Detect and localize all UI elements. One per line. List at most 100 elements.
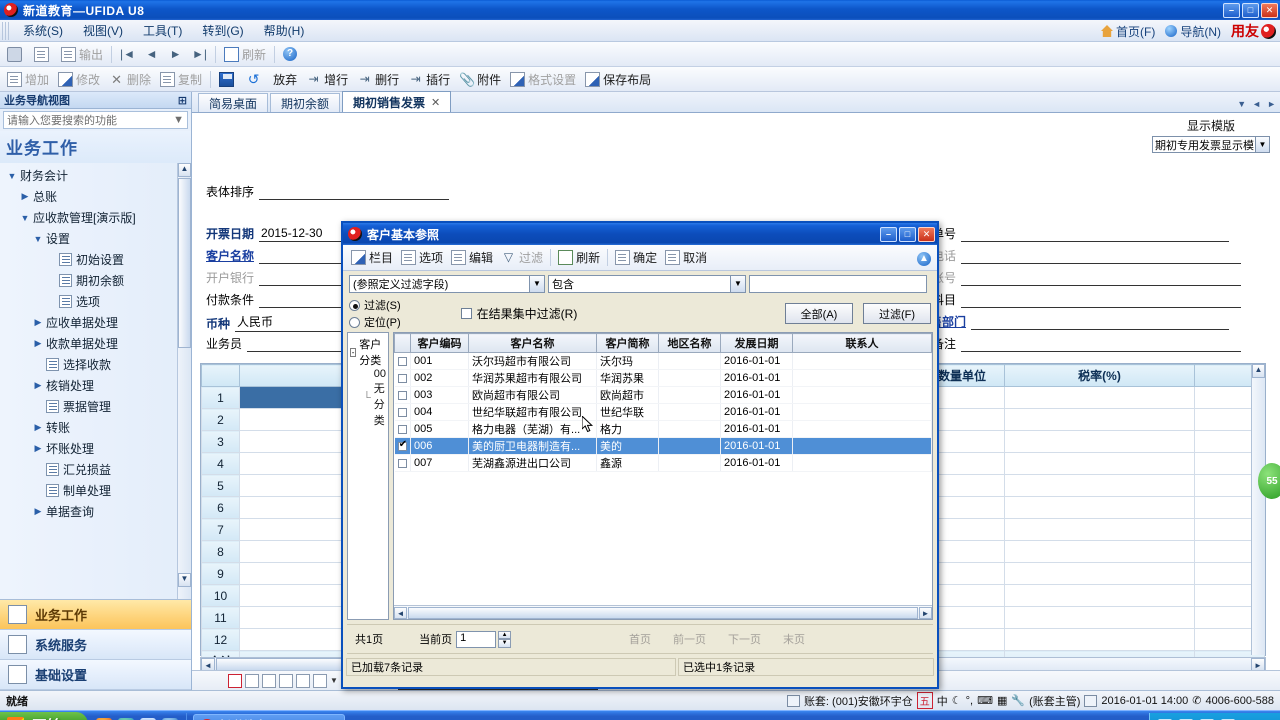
cell-customer-short[interactable]: 世纪华联 xyxy=(596,403,660,421)
filter-button[interactable]: ▽ 过滤 xyxy=(497,247,547,268)
filter-operator-select[interactable]: 包含 ▼ xyxy=(548,275,746,293)
row-checkbox-cell[interactable] xyxy=(394,352,412,370)
cell-taxrate[interactable] xyxy=(1004,628,1195,651)
cell-taxrate[interactable] xyxy=(1004,606,1195,629)
sidebar-scrollbar[interactable]: ▲ ▼ xyxy=(177,163,191,599)
salesperson-value[interactable] xyxy=(247,337,348,352)
sidebar-tree-item[interactable]: 初始设置 xyxy=(0,249,191,270)
phone-value[interactable] xyxy=(961,249,1242,264)
col-contact[interactable]: 联系人 xyxy=(792,333,932,353)
delete-row-button[interactable]: ⇥ 删行 xyxy=(353,69,403,90)
chevron-down-icon[interactable]: ▼ xyxy=(529,276,544,292)
last-page-button[interactable]: 末页 xyxy=(783,631,805,647)
cell-develop-date[interactable]: 2016-01-01 xyxy=(720,369,794,387)
customer-list-grid[interactable]: 客户编码 客户名称 客户简称 地区名称 发展日期 联系人 001 沃尔玛超市有限公… xyxy=(393,332,933,620)
refresh-button[interactable]: 刷新 xyxy=(220,44,270,65)
scroll-up-icon[interactable]: ▲ xyxy=(1252,364,1265,378)
sidebar-tree-item[interactable]: 制单处理 xyxy=(0,480,191,501)
cell-taxrate[interactable] xyxy=(1004,518,1195,541)
dialog-refresh-button[interactable]: 刷新 xyxy=(554,247,604,268)
scroll-thumb[interactable] xyxy=(178,178,191,348)
cell-contact-person[interactable] xyxy=(792,352,932,370)
add-row-button[interactable]: ⇥ 增行 xyxy=(302,69,352,90)
cell-develop-date[interactable]: 2016-01-01 xyxy=(720,352,794,370)
row-checkbox-cell[interactable] xyxy=(394,420,412,438)
row-number[interactable]: 12 xyxy=(201,628,240,651)
cell-contact-person[interactable] xyxy=(792,403,932,421)
add-button[interactable]: 增加 xyxy=(3,69,53,90)
modify-button[interactable]: 修改 xyxy=(54,69,104,90)
export-button[interactable]: 输出 xyxy=(57,44,107,65)
columns-button[interactable]: 栏目 xyxy=(347,247,397,268)
cell-customer-code[interactable]: 006 xyxy=(410,437,470,455)
cell-taxrate[interactable] xyxy=(1004,474,1195,497)
cell-customer-code[interactable]: 001 xyxy=(410,352,470,370)
chevron-down-icon[interactable]: ▼ xyxy=(330,676,338,685)
col-rowno[interactable] xyxy=(201,364,240,387)
cell-region-name[interactable] xyxy=(658,403,722,421)
sidebar-search[interactable]: 请输入您要搜索的功能 ▼ xyxy=(3,111,188,129)
cell-region-name[interactable] xyxy=(658,352,722,370)
sidebar-tree-item[interactable]: ▶ 总账 xyxy=(0,186,191,207)
cell-customer-short[interactable]: 格力 xyxy=(596,420,660,438)
chevron-down-icon[interactable]: ▼ xyxy=(173,114,184,126)
dialog-maximize-button[interactable]: □ xyxy=(899,226,916,242)
expander-expanded-icon[interactable]: ▼ xyxy=(4,171,20,181)
menu-view[interactable]: 视图(V) xyxy=(73,19,133,42)
tree-child-node[interactable]: └ 00 无分类 xyxy=(363,368,386,428)
table-row[interactable]: 004 世纪华联超市有限公司 世纪华联 2016-01-01 xyxy=(394,403,932,421)
cell-region-name[interactable] xyxy=(658,369,722,387)
filter-field-select[interactable]: (参照定义过滤字段) ▼ xyxy=(349,275,545,293)
checkbox-icon[interactable] xyxy=(397,407,407,417)
cell-customer-name[interactable]: 芜湖鑫源进出口公司 xyxy=(468,454,598,472)
sidebar-item-system-service[interactable]: 系统服务 xyxy=(0,630,191,660)
col-region[interactable]: 地区名称 xyxy=(658,333,722,353)
radio-locate-mode[interactable]: 定位(P) xyxy=(349,314,401,330)
nav-link[interactable]: 导航(N) xyxy=(1165,23,1221,40)
filter-in-results-checkbox[interactable]: 在结果集中过滤(R) xyxy=(460,305,577,322)
checkbox-icon[interactable] xyxy=(397,373,407,383)
tab-simple-desktop[interactable]: 简易桌面 xyxy=(198,93,269,112)
format-settings-button[interactable]: 格式设置 xyxy=(506,69,580,90)
checkbox-icon[interactable] xyxy=(397,439,407,451)
cell-customer-code[interactable]: 005 xyxy=(410,420,470,438)
cell-taxrate[interactable] xyxy=(1004,386,1195,409)
sidebar-tree-item[interactable]: 期初余额 xyxy=(0,270,191,291)
sidebar-tree-item[interactable]: 票据管理 xyxy=(0,396,191,417)
select-all-button[interactable]: 全部(A) xyxy=(785,303,853,324)
col-checkbox[interactable] xyxy=(394,333,412,353)
maximize-button[interactable]: □ xyxy=(1242,2,1259,18)
expander-collapsed-icon[interactable]: ▶ xyxy=(30,443,46,454)
scroll-down-icon[interactable]: ▼ xyxy=(178,573,191,587)
sidebar-tree-item[interactable]: ▶ 坏账处理 xyxy=(0,438,191,459)
menu-grip[interactable] xyxy=(2,21,11,40)
tab-prev-icon[interactable]: ◄ xyxy=(1252,99,1261,109)
save-layout-button[interactable]: 保存布局 xyxy=(581,69,655,90)
tab-opening-sales-invoice[interactable]: 期初销售发票 ✕ xyxy=(342,91,452,112)
col-customer-code[interactable]: 客户编码 xyxy=(410,333,470,353)
ime-wrench-icon[interactable]: 🔧 xyxy=(1011,694,1025,707)
close-button[interactable]: ✕ xyxy=(1261,2,1278,18)
sidebar-tree-item[interactable]: 汇兑损益 xyxy=(0,459,191,480)
cell-develop-date[interactable]: 2016-01-01 xyxy=(720,403,794,421)
options-button[interactable]: 选项 xyxy=(397,247,447,268)
tab-menu-icon[interactable]: ▼ xyxy=(1237,99,1246,109)
calendar-icon[interactable] xyxy=(262,673,276,688)
edit-icon[interactable] xyxy=(245,673,259,688)
cell-customer-code[interactable]: 002 xyxy=(410,369,470,387)
cell-customer-name[interactable]: 世纪华联超市有限公司 xyxy=(468,403,598,421)
cell-customer-name[interactable]: 美的厨卫电器制造有... xyxy=(468,437,598,455)
col-customer-name[interactable]: 客户名称 xyxy=(468,333,598,353)
checkbox-icon[interactable] xyxy=(397,390,407,400)
sidebar-tree-item[interactable]: ▼ 设置 xyxy=(0,228,191,249)
cell-taxrate[interactable] xyxy=(1004,430,1195,453)
col-taxrate[interactable]: 税率(%) xyxy=(1004,364,1195,387)
cell-contact-person[interactable] xyxy=(792,420,932,438)
tab-opening-balance[interactable]: 期初余额 xyxy=(270,93,341,112)
cell-customer-code[interactable]: 004 xyxy=(410,403,470,421)
ime-punct-icon[interactable]: °, xyxy=(966,695,973,707)
insert-row-button[interactable]: ⇥ 插行 xyxy=(404,69,454,90)
collapse-toolbar-button[interactable]: ▲ xyxy=(917,250,937,266)
row-number[interactable]: 7 xyxy=(201,518,240,541)
sidebar-tree-item[interactable]: ▶ 收款单据处理 xyxy=(0,333,191,354)
